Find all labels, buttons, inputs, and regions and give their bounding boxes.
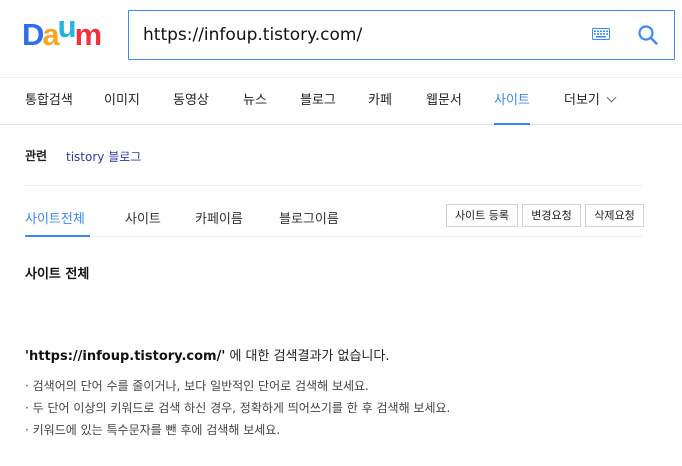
no-result-query: 'https://infoup.tistory.com/' xyxy=(25,349,226,364)
search-tip: · 두 단어 이상의 키워드로 검색 하신 경우, 정확하게 띄어쓰기를 한 후… xyxy=(25,401,451,415)
search-tip: · 키워드에 있는 특수문자를 뺀 후에 검색해 보세요. xyxy=(25,423,281,437)
tab-blog[interactable]: 블로그 xyxy=(300,78,336,124)
subtab-site[interactable]: 사이트 xyxy=(125,208,161,227)
tab-all[interactable]: 통합검색 xyxy=(25,78,73,124)
chevron-down-icon xyxy=(606,92,617,103)
no-result-text: 에 대한 검색결과가 없습니다. xyxy=(229,349,390,364)
section-title: 사이트 전체 xyxy=(25,267,90,282)
related-label: 관련 xyxy=(25,149,48,163)
subtab-cafe-name[interactable]: 카페이름 xyxy=(195,208,243,227)
tab-images[interactable]: 이미지 xyxy=(104,78,140,124)
tab-cafe[interactable]: 카페 xyxy=(368,78,392,124)
keyboard-icon[interactable] xyxy=(592,28,610,40)
active-subtab-indicator xyxy=(25,235,90,237)
tab-videos[interactable]: 동영상 xyxy=(173,78,209,124)
subtab-all-sites[interactable]: 사이트전체 xyxy=(25,208,85,227)
change-request-button[interactable]: 변경요청 xyxy=(522,204,581,227)
site-register-button[interactable]: 사이트 등록 xyxy=(446,204,518,227)
search-box xyxy=(128,10,675,60)
divider xyxy=(25,236,642,237)
related-link-tistory-blog[interactable]: tistory 블로그 xyxy=(66,148,141,165)
no-result-message: 'https://infoup.tistory.com/' 에 대한 검색결과가… xyxy=(25,345,390,364)
divider xyxy=(25,185,642,186)
search-icon[interactable] xyxy=(637,24,659,46)
tab-more[interactable]: 더보기 xyxy=(564,78,617,124)
daum-logo[interactable]: Daum xyxy=(22,11,102,50)
subtab-blog-name[interactable]: 블로그이름 xyxy=(279,208,339,227)
delete-request-button[interactable]: 삭제요청 xyxy=(585,204,644,227)
tab-webdocs[interactable]: 웹문서 xyxy=(426,78,462,124)
tab-more-label: 더보기 xyxy=(564,93,600,108)
search-input[interactable] xyxy=(143,23,563,47)
category-tabs: 통합검색 이미지 동영상 뉴스 블로그 카페 웹문서 사이트 더보기 xyxy=(0,78,682,125)
tab-site[interactable]: 사이트 xyxy=(494,78,530,125)
search-tip: · 검색어의 단어 수를 줄이거나, 보다 일반적인 단어로 검색해 보세요. xyxy=(25,379,369,393)
tab-news[interactable]: 뉴스 xyxy=(243,78,267,124)
